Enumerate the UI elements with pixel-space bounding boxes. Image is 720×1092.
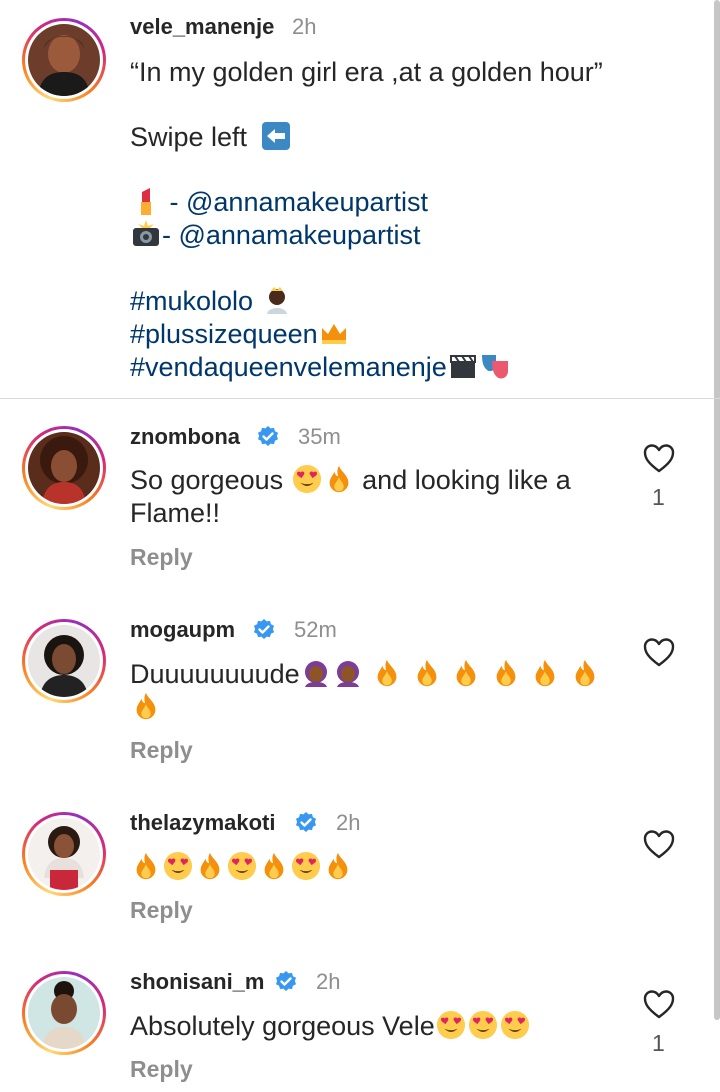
fire-emoji [372, 658, 402, 688]
caption-line-hashtag-1: #mukololo [130, 285, 293, 318]
comment-time: 2h [316, 969, 341, 994]
facepalm-emoji [304, 661, 327, 687]
fire-emoji [195, 851, 225, 881]
caption-swipe-text: Swipe left [130, 122, 248, 152]
heart-eyes-emoji [500, 1010, 530, 1040]
fire-emoji [324, 464, 354, 494]
comment-text: So gorgeous and looking like a Flame!! [130, 464, 620, 530]
caption-line-photo: - @annamakeupartist [130, 219, 421, 252]
heart-outline-icon[interactable] [642, 442, 676, 474]
hashtag-plussizequeen[interactable]: #plussizequeen [130, 319, 318, 349]
fire-emoji [570, 658, 600, 688]
avatar-thelazymakoti[interactable] [22, 812, 106, 896]
comment-time: 52m [294, 617, 337, 642]
fire-emoji [131, 851, 161, 881]
comment-text [130, 851, 610, 884]
fire-emoji [259, 851, 289, 881]
avatar-shonisani-m[interactable] [22, 971, 106, 1055]
comment-text: Duuuuuuuude [130, 658, 610, 724]
comment-text-part: Absolutely gorgeous Vele [130, 1011, 435, 1041]
caption-mention-photo[interactable]: - @annamakeupartist [162, 220, 421, 250]
crown-icon [321, 324, 346, 344]
caption-line-hashtag-2: #plussizequeen [130, 318, 350, 351]
reply-button[interactable]: Reply [130, 544, 193, 571]
clapper-icon [449, 355, 476, 378]
heart-outline-icon[interactable] [642, 636, 676, 668]
caption-line-makeup: - @annamakeupartist [130, 186, 428, 219]
comment-text-part: So gorgeous [130, 465, 284, 495]
comment-time: 2h [336, 810, 361, 835]
caption-line-hashtag-3: #vendaqueenvelemanenje [130, 351, 511, 384]
hashtag-mukololo[interactable]: #mukololo [130, 286, 253, 316]
reply-button[interactable]: Reply [130, 737, 193, 764]
comment-time: 35m [298, 424, 341, 449]
lipstick-icon [141, 188, 151, 215]
caption-line-quote: “In my golden girl era ,at a golden hour… [130, 57, 603, 87]
comment-username[interactable]: mogaupm [130, 617, 235, 643]
heart-eyes-emoji [227, 851, 257, 881]
comment-text-part: Flame!! [130, 498, 221, 528]
fire-emoji [530, 658, 560, 688]
like-count: 1 [652, 484, 665, 510]
verified-badge-icon [252, 618, 276, 642]
caption-mention-makeup[interactable]: - @annamakeupartist [170, 187, 429, 217]
reply-button[interactable]: Reply [130, 897, 193, 924]
fire-emoji [323, 851, 353, 881]
like-count: 1 [652, 1030, 665, 1056]
fire-emoji [412, 658, 442, 688]
comment-text-part: and looking like a [362, 465, 571, 495]
princess-icon [266, 287, 287, 314]
fire-emoji [131, 691, 161, 721]
comment-username[interactable]: znombona [130, 424, 240, 450]
left-arrow-icon [261, 122, 290, 150]
theater-masks-icon [481, 355, 508, 379]
fire-emoji [451, 658, 481, 688]
comment-text: Absolutely gorgeous Vele [130, 1010, 620, 1043]
heart-eyes-emoji [292, 464, 322, 494]
caption-line-swipe: Swipe left [130, 121, 292, 154]
avatar-mogaupm[interactable] [22, 619, 106, 703]
verified-badge-icon [294, 811, 318, 835]
comment-text-part: Duuuuuuuude [130, 659, 300, 689]
comment-username[interactable]: thelazymakoti [130, 810, 276, 836]
heart-outline-icon[interactable] [642, 828, 676, 860]
caption-username[interactable]: vele_manenje [130, 14, 274, 40]
verified-badge-icon [256, 425, 280, 449]
heart-outline-icon[interactable] [642, 988, 676, 1020]
heart-eyes-emoji [468, 1010, 498, 1040]
heart-eyes-emoji [163, 851, 193, 881]
fire-emoji [491, 658, 521, 688]
caption-divider [0, 398, 720, 399]
camera-flash-icon [133, 220, 159, 246]
facepalm-emoji [336, 661, 359, 687]
caption-time: 2h [292, 14, 317, 39]
avatar-vele-manenje[interactable] [22, 18, 106, 102]
heart-eyes-emoji [291, 851, 321, 881]
avatar-znombona[interactable] [22, 426, 106, 510]
reply-button[interactable]: Reply [130, 1056, 193, 1083]
comment-username[interactable]: shonisani_m [130, 969, 264, 995]
hashtag-vendaqueenvelemanenje[interactable]: #vendaqueenvelemanenje [130, 352, 447, 382]
verified-badge-icon [274, 970, 298, 994]
post-caption: vele_manenje 2h “In my golden girl era ,… [0, 0, 720, 398]
heart-eyes-emoji [436, 1010, 466, 1040]
